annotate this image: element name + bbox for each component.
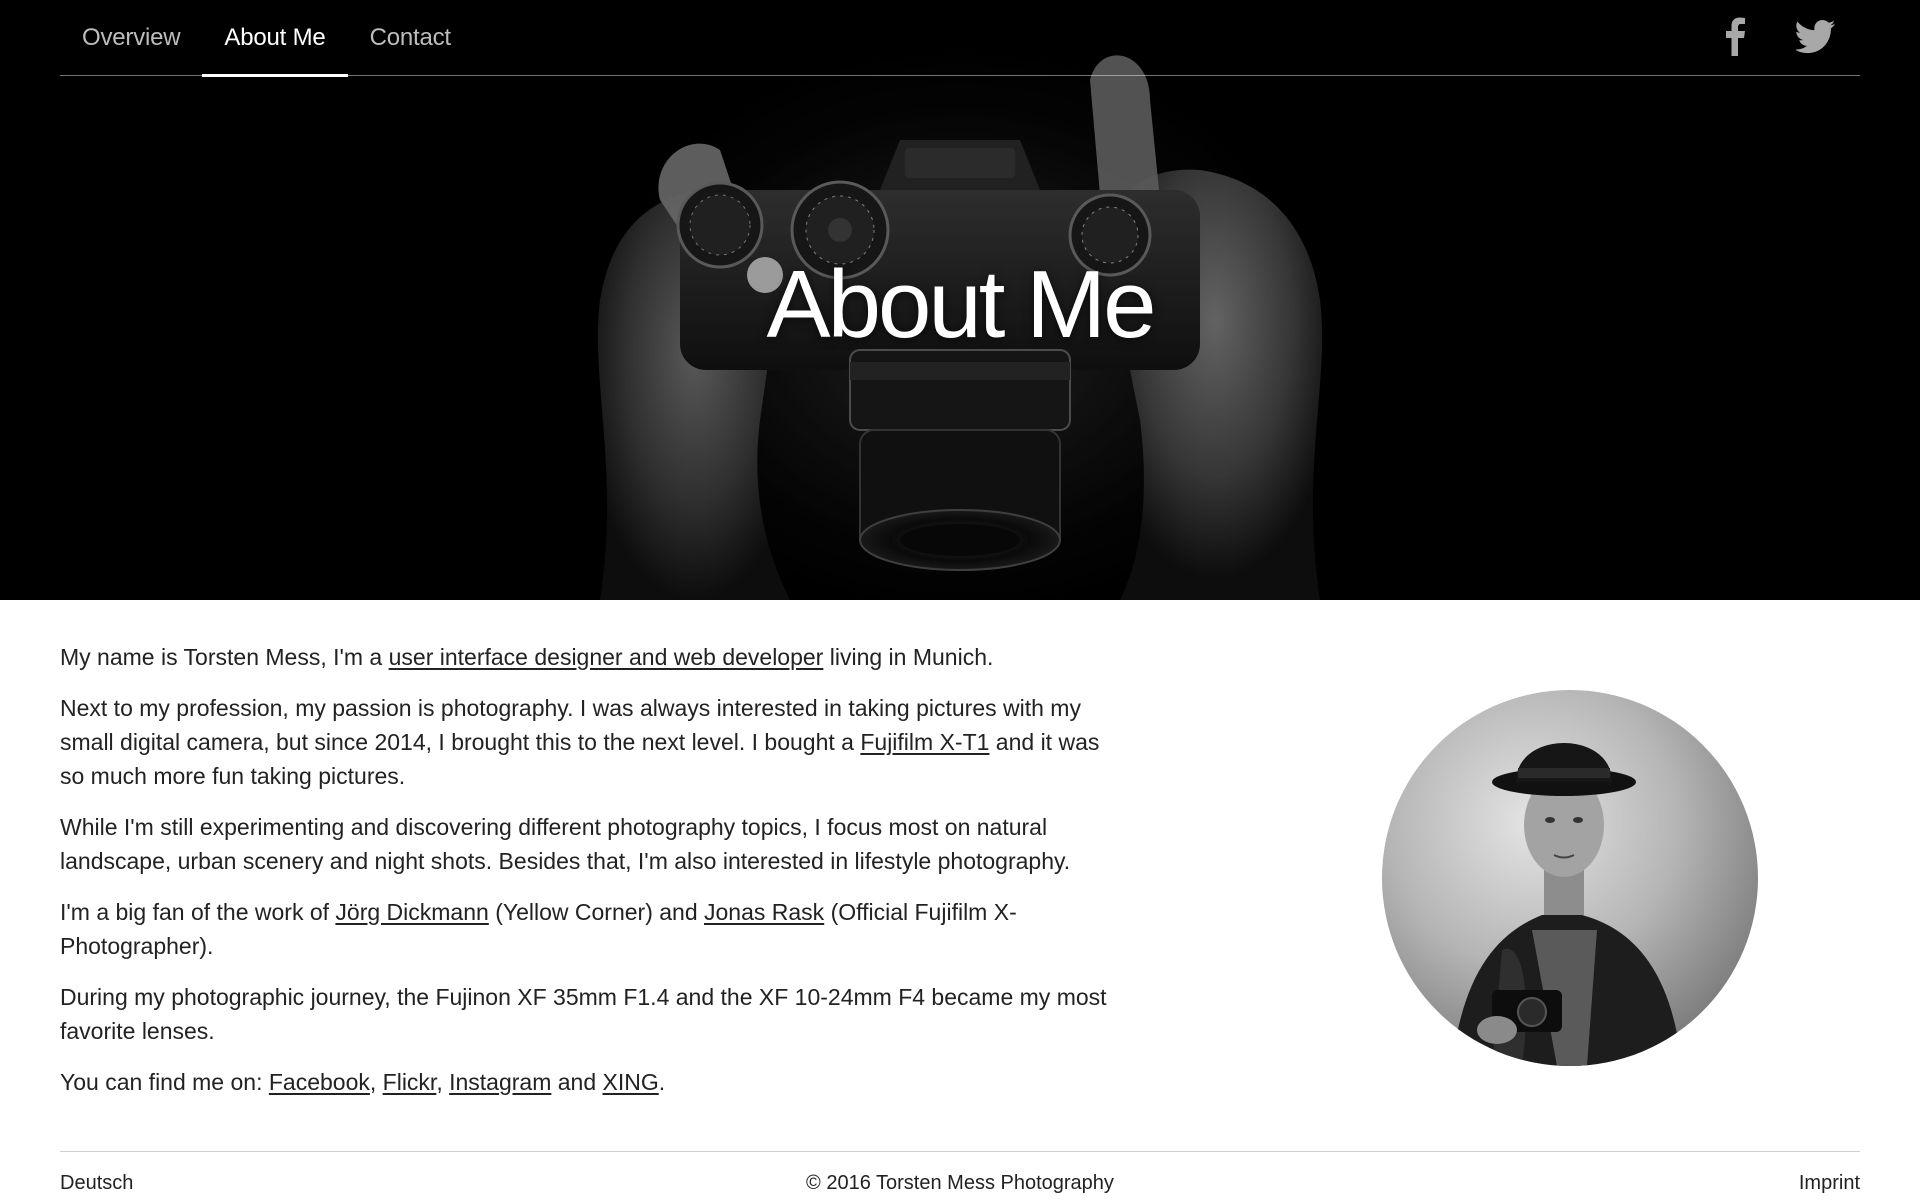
find-me-text-end: . [658,1069,666,1095]
social-links [1716,16,1836,56]
nav-tabs: Overview About Me Contact [60,0,473,77]
copyright-text: © 2016 Torsten Mess Photography [806,1172,1114,1194]
portrait-photo [1382,690,1758,1066]
fujifilm-xt1-link[interactable]: Fujifilm X-T1 [860,729,989,755]
fans-paragraph: I'm a big fan of the work of Jörg Dickma… [60,895,1110,963]
joerg-dickmann-link[interactable]: Jörg Dickmann [335,899,488,925]
footer: Deutsch © 2016 Torsten Mess Photography … [60,1151,1860,1200]
facebook-link[interactable]: Facebook [269,1069,370,1095]
twitter-icon[interactable] [1796,16,1836,56]
fans-text-mid: (Yellow Corner) and [488,899,705,925]
fans-text: I'm a big fan of the work of [60,899,336,925]
ui-designer-link[interactable]: user interface designer and web develope… [389,644,824,670]
separator: , [436,1069,450,1095]
top-navigation: Overview About Me Contact [60,0,1860,77]
page-title: About Me [766,251,1157,358]
find-me-text: You can find me on: [60,1069,269,1095]
jonas-rask-link[interactable]: Jonas Rask [704,899,824,925]
topics-paragraph: While I'm still experimenting and discov… [60,814,1071,874]
tab-about-me[interactable]: About Me [202,0,348,77]
portrait-image [1382,690,1758,1066]
separator: and [551,1069,603,1095]
hero-banner: Overview About Me Contact About Me [0,0,1920,600]
intro-paragraph: My name is Torsten Mess, I'm a user inte… [60,640,1110,674]
find-me-paragraph: You can find me on: Facebook, Flickr, In… [60,1065,1110,1099]
passion-paragraph: Next to my profession, my passion is pho… [60,691,1110,793]
instagram-link[interactable]: Instagram [449,1069,551,1095]
separator: , [369,1069,383,1095]
xing-link[interactable]: XING [603,1069,659,1095]
tab-contact[interactable]: Contact [348,0,473,76]
lenses-paragraph: During my photographic journey, the Fuji… [60,984,1107,1044]
about-content: My name is Torsten Mess, I'm a user inte… [60,640,1110,1116]
tab-overview[interactable]: Overview [60,0,202,76]
intro-text-end: living in Munich. [823,644,994,670]
facebook-icon[interactable] [1716,16,1756,56]
imprint-link[interactable]: Imprint [1799,1172,1860,1195]
flickr-link[interactable]: Flickr [383,1069,437,1095]
intro-text: My name is Torsten Mess, I'm a [60,644,389,670]
